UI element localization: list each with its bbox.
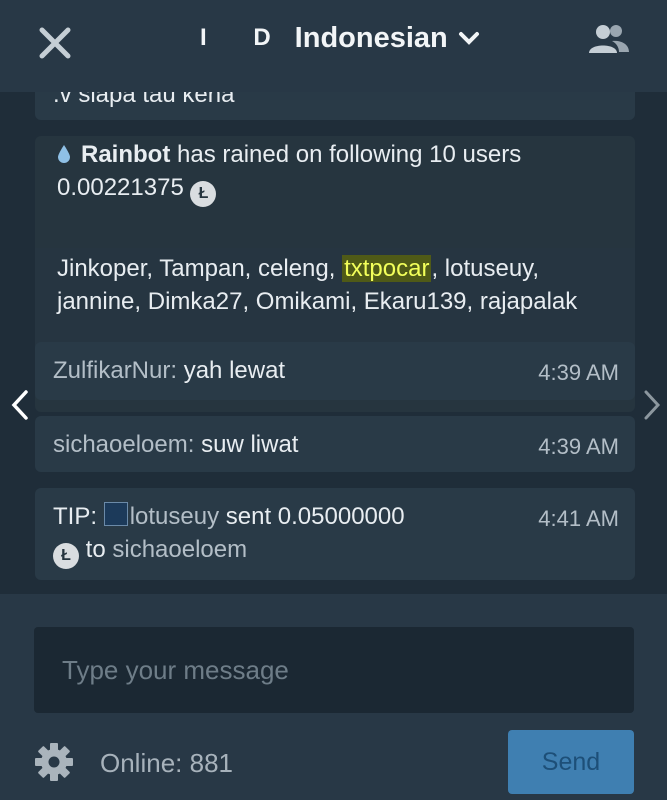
chat-message: .v siapa tau kena xyxy=(35,92,635,120)
users-icon[interactable] xyxy=(588,22,630,56)
message-username[interactable]: sichaoeloem: xyxy=(53,431,194,458)
chat-messages[interactable]: .v siapa tau kena Rainbot has rained on … xyxy=(0,92,667,594)
litecoin-icon: Ł xyxy=(190,181,217,207)
room-prefix: I D xyxy=(200,24,291,51)
message-time: 4:39 AM xyxy=(538,434,619,459)
gear-icon[interactable] xyxy=(34,742,74,782)
message-text: suw liwat xyxy=(201,431,299,458)
tip-sender[interactable]: lotuseuy xyxy=(130,503,219,530)
message-input[interactable] xyxy=(34,627,634,713)
message-text: .v siapa tau kena xyxy=(53,92,235,108)
message-time: 4:39 AM xyxy=(538,360,619,385)
chevron-left-icon[interactable] xyxy=(8,388,32,422)
tip-message: TIP: lotuseuy sent 0.05000000 Ł to sicha… xyxy=(35,488,635,580)
composer: Online: 881 Send xyxy=(0,594,667,800)
highlighted-user[interactable]: txtpocar xyxy=(342,255,432,282)
close-icon[interactable] xyxy=(36,24,74,62)
message-time: 4:41 AM xyxy=(538,506,619,531)
rain-users-before: Jinkoper, Tampan, celeng, xyxy=(57,255,343,282)
chat-message: sichaoeloem: suw liwat 4:39 AM xyxy=(35,416,635,472)
room-selector[interactable]: I D Indonesian xyxy=(200,18,480,58)
rain-header: Rainbot has rained on following 10 users… xyxy=(57,138,617,207)
room-name: Indonesian xyxy=(294,21,448,54)
chevron-right-icon[interactable] xyxy=(640,388,664,422)
message-username[interactable]: ZulfikarNur: xyxy=(53,357,177,384)
bot-name[interactable]: Rainbot xyxy=(81,141,170,168)
online-count: Online: 881 xyxy=(100,748,233,778)
chevron-down-icon xyxy=(458,32,479,45)
send-button[interactable]: Send xyxy=(508,730,634,794)
chat-header: I D Indonesian xyxy=(0,0,667,92)
litecoin-icon: Ł xyxy=(53,543,79,569)
message-text: yah lewat xyxy=(183,357,286,384)
rain-action: has rained on following 10 users xyxy=(177,141,522,168)
avatar xyxy=(103,502,128,526)
tip-prefix: TIP: xyxy=(53,503,98,530)
rain-amount: 0.00221375 xyxy=(57,174,184,201)
tip-to-word: to xyxy=(85,536,106,563)
chat-message: ZulfikarNur: yah lewat 4:39 AM xyxy=(35,342,635,400)
raindrop-icon xyxy=(58,145,70,163)
tip-recipient[interactable]: sichaoeloem xyxy=(112,536,247,563)
tip-amount: sent 0.05000000 xyxy=(225,503,405,530)
